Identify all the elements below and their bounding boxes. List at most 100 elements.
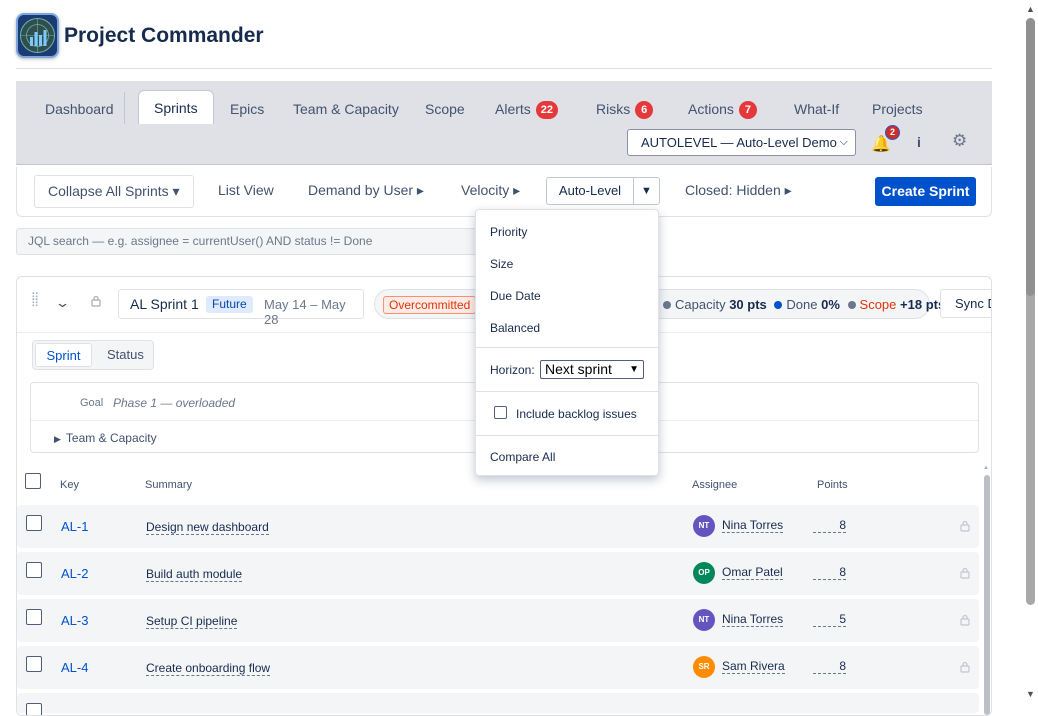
row-checkbox[interactable] <box>26 703 42 715</box>
include-backlog-label[interactable]: Include backlog issues <box>516 407 637 421</box>
collapse-all-sprints-button[interactable]: Collapse All Sprints ▾ <box>34 175 194 208</box>
auto-level-button[interactable]: Auto-Level <box>546 177 634 205</box>
row-checkbox[interactable] <box>26 609 42 625</box>
scrollbar-thumb[interactable] <box>984 475 990 715</box>
row-checkbox[interactable] <box>26 656 42 672</box>
table-row[interactable] <box>17 693 979 715</box>
page-scrollbar[interactable]: ▲ ▼ <box>1022 0 1038 704</box>
row-checkbox[interactable] <box>26 562 42 578</box>
chevron-down-icon: ▼ <box>629 364 639 375</box>
done-dot <box>774 301 783 309</box>
lock-icon[interactable] <box>89 294 103 308</box>
closed-sprints-toggle[interactable]: Closed: Hidden ▸ <box>685 182 792 199</box>
scrollbar-thumb[interactable] <box>1026 18 1035 296</box>
issue-key-link[interactable]: AL-4 <box>61 660 88 675</box>
lock-icon[interactable] <box>958 613 972 627</box>
tab-actions[interactable]: Actions 7 <box>688 99 757 123</box>
lock-icon[interactable] <box>958 566 972 580</box>
menu-item-priority[interactable]: Priority <box>490 225 527 239</box>
project-select[interactable]: AUTOLEVEL — Auto-Level Demo ⌵ <box>627 129 856 156</box>
issue-summary[interactable]: Create onboarding flow <box>146 661 271 676</box>
tab-projects[interactable]: Projects <box>872 99 923 123</box>
drag-handle-icon[interactable]: ⠿ ⠿ <box>31 293 43 313</box>
tab-scope[interactable]: Scope <box>425 99 465 123</box>
issue-key-link[interactable]: AL-2 <box>61 566 88 581</box>
assignee-name[interactable]: Sam Rivera <box>722 659 785 674</box>
goal-label: Goal <box>80 397 104 409</box>
tab-risks-label: Risks <box>596 101 631 117</box>
column-header-points[interactable]: Points <box>817 479 848 491</box>
tab-alerts[interactable]: Alerts 22 <box>495 99 559 123</box>
scope-value: +18 pts <box>900 297 946 312</box>
table-row[interactable]: AL-1 Design new dashboard NT Nina Torres… <box>17 505 979 548</box>
compare-all-button[interactable]: Compare All <box>490 450 555 464</box>
demand-by-user-toggle[interactable]: Demand by User ▸ <box>308 182 424 199</box>
main-nav: Dashboard Sprints Epics Team & Capacity … <box>16 81 992 165</box>
actions-count-badge: 7 <box>738 101 757 119</box>
tab-team-capacity[interactable]: Team & Capacity <box>293 99 399 123</box>
sprint-view-tab[interactable]: Sprint <box>35 343 92 367</box>
sprint-view-toggle: Sprint Status <box>32 340 154 370</box>
collapse-chevron-icon[interactable]: ⌄ <box>55 295 70 311</box>
assignee-name[interactable]: Omar Patel <box>722 565 783 580</box>
scroll-up-icon[interactable]: ▲ <box>983 465 989 471</box>
story-points[interactable]: 5 <box>813 612 846 627</box>
scope-dot <box>847 301 856 309</box>
story-points[interactable]: 8 <box>813 518 846 533</box>
tab-what-if[interactable]: What-If <box>794 99 839 123</box>
risks-count-badge: 6 <box>635 101 654 119</box>
row-checkbox[interactable] <box>26 515 42 531</box>
menu-item-due-date[interactable]: Due Date <box>490 289 541 303</box>
goal-text[interactable]: Phase 1 — overloaded <box>113 396 235 410</box>
table-scrollbar[interactable]: ▲ <box>982 465 991 715</box>
sprint-state-badge: Future <box>206 296 253 313</box>
table-row[interactable]: AL-2 Build auth module OP Omar Patel 8 <box>17 552 979 595</box>
tab-actions-label: Actions <box>688 101 734 117</box>
tab-sprints[interactable]: Sprints <box>138 90 214 124</box>
issue-summary[interactable]: Setup CI pipeline <box>146 614 238 629</box>
scroll-up-icon[interactable]: ▲ <box>1026 4 1035 14</box>
issue-summary[interactable]: Build auth module <box>146 567 243 582</box>
lock-icon[interactable] <box>958 519 972 533</box>
assignee-name[interactable]: Nina Torres <box>722 612 784 627</box>
sprint-metrics: Capacity 30 pts Done 0% Scope +18 pts <box>663 297 945 312</box>
velocity-toggle[interactable]: Velocity ▸ <box>461 182 520 199</box>
tab-divider <box>124 92 125 124</box>
create-sprint-button[interactable]: Create Sprint <box>875 177 976 206</box>
column-header-key[interactable]: Key <box>60 479 79 491</box>
list-view-button[interactable]: List View <box>218 182 274 198</box>
table-row[interactable]: AL-4 Create onboarding flow SR Sam River… <box>17 646 979 689</box>
table-row[interactable]: AL-3 Setup CI pipeline NT Nina Torres 5 <box>17 599 979 642</box>
info-icon[interactable]: i <box>917 134 921 150</box>
tab-dashboard[interactable]: Dashboard <box>45 99 114 123</box>
column-header-summary[interactable]: Summary <box>145 479 192 491</box>
sprint-header-box: AL Sprint 1 Future May 14 – May 28 <box>118 289 364 327</box>
story-points[interactable]: 8 <box>813 659 846 674</box>
chevron-down-icon: ⌵ <box>839 136 848 148</box>
team-capacity-toggle[interactable]: ▶ Team & Capacity <box>54 431 157 445</box>
sync-button[interactable]: Sync D <box>940 289 991 318</box>
menu-item-balanced[interactable]: Balanced <box>490 321 540 335</box>
auto-level-menu-toggle[interactable]: ▼ <box>633 177 660 205</box>
gear-icon[interactable]: ⚙ <box>952 131 967 151</box>
menu-item-size[interactable]: Size <box>490 257 513 271</box>
column-header-assignee[interactable]: Assignee <box>692 479 737 491</box>
story-points[interactable]: 8 <box>813 565 846 580</box>
assignee-name[interactable]: Nina Torres <box>722 518 784 533</box>
lock-icon[interactable] <box>958 660 972 674</box>
tab-risks[interactable]: Risks 6 <box>596 99 654 123</box>
select-all-checkbox[interactable] <box>25 473 41 489</box>
issue-key-link[interactable]: AL-3 <box>61 613 88 628</box>
horizon-select-value: Next sprint <box>545 361 612 377</box>
project-select-value: AUTOLEVEL — Auto-Level Demo <box>641 135 837 150</box>
include-backlog-checkbox[interactable] <box>494 406 507 419</box>
issue-key-link[interactable]: AL-1 <box>61 519 88 534</box>
tab-epics[interactable]: Epics <box>230 99 264 123</box>
status-view-tab[interactable]: Status <box>107 347 144 362</box>
scroll-down-icon[interactable]: ▼ <box>1026 689 1035 699</box>
horizon-select[interactable]: Next sprint ▼ <box>540 360 644 379</box>
app-logo-icon <box>16 13 59 58</box>
jql-search-input[interactable]: JQL search — e.g. assignee = currentUser… <box>16 228 490 255</box>
issue-summary[interactable]: Design new dashboard <box>146 520 269 535</box>
sprint-name[interactable]: AL Sprint 1 <box>130 296 199 312</box>
